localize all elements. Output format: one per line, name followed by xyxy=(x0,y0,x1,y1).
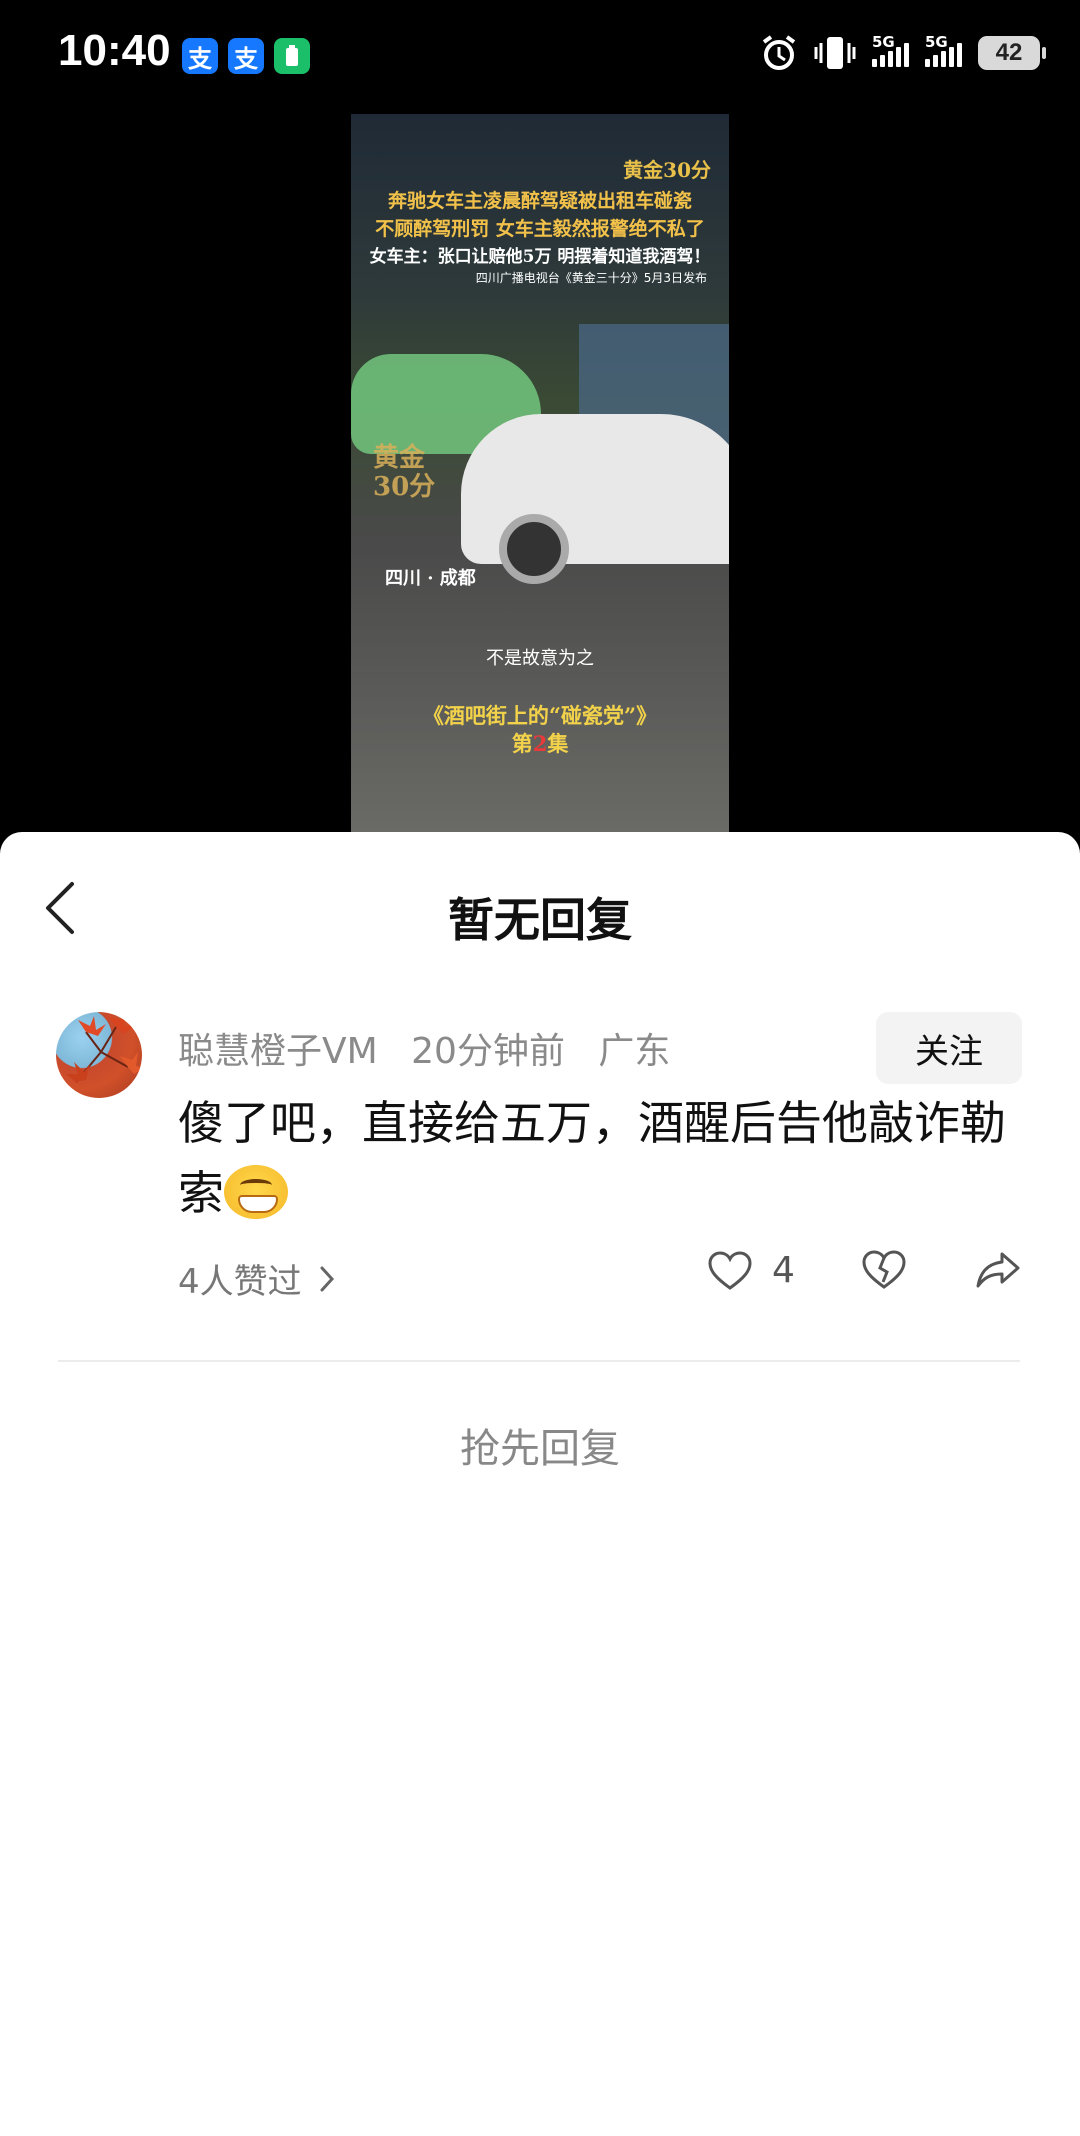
alipay-icon: 支 xyxy=(182,38,218,74)
status-indicators: 5G 5G 42 xyxy=(760,33,1046,72)
heart-icon xyxy=(708,1250,752,1290)
comment-time: 20分钟前 xyxy=(411,1031,565,1072)
follow-button[interactable]: 关注 xyxy=(876,1012,1022,1084)
video-source: 四川广播电视台《黄金三十分》5月3日发布 xyxy=(475,271,707,285)
alipay-icon: 支 xyxy=(228,38,264,74)
comment-text[interactable]: 傻了吧，直接给五万，酒醒后告他敲诈勒索 xyxy=(178,1088,1018,1228)
video-watermark: 黄金 30分 xyxy=(373,443,436,502)
battery-app-icon xyxy=(274,38,310,74)
reply-sheet: 暂无回复 聪慧橙子VM 20分钟前 广东 关注 傻了吧，直接给五万，酒醒后告他敲… xyxy=(0,832,1080,2136)
alarm-icon xyxy=(762,35,796,70)
comment-region: 广东 xyxy=(598,1031,671,1072)
comment-actions: 4 xyxy=(0,1250,1080,1310)
vibrate-icon xyxy=(814,37,856,69)
username[interactable]: 聪慧橙子VM xyxy=(178,1031,378,1072)
video-location: 四川 · 成都 xyxy=(385,568,476,589)
video-headline: 女车主：张口让赔他5万 明摆着知道我酒驾！ xyxy=(369,247,711,267)
sheet-title: 暂无回复 xyxy=(448,893,632,947)
comment-meta: 聪慧橙子VM 20分钟前 广东 xyxy=(178,1022,692,1074)
episode-title: 《酒吧街上的“碰瓷党”》 xyxy=(422,703,658,728)
reply-first-button[interactable]: 抢先回复 xyxy=(0,1416,1080,1474)
like-button[interactable]: 4 xyxy=(708,1250,795,1291)
video-brand: 黄金30分 xyxy=(623,158,711,182)
grin-emoji-icon xyxy=(224,1165,288,1219)
like-count: 4 xyxy=(772,1250,795,1291)
battery-icon: 42 xyxy=(978,36,1046,70)
video-headline: 不顾醉驾刑罚 女车主毅然报警绝不私了 xyxy=(375,218,705,240)
share-icon xyxy=(976,1252,1020,1288)
signal-icon: 5G xyxy=(872,33,909,67)
status-time: 10:40 xyxy=(58,26,171,75)
video-headline: 奔驰女车主凌晨醉驾疑被出租车碰瓷 xyxy=(387,190,692,212)
episode-number: 第2集 xyxy=(511,731,569,756)
avatar[interactable] xyxy=(56,1012,142,1098)
video-player[interactable]: 黄金30分 奔驰女车主凌晨醉驾疑被出租车碰瓷 不顾醉驾刑罚 女车主毅然报警绝不私… xyxy=(351,114,729,834)
signal-icon: 5G xyxy=(925,33,962,67)
status-bar: 10:40 支 支 5G 5G 42 xyxy=(0,0,1080,112)
video-subtitle: 不是故意为之 xyxy=(486,648,594,669)
divider xyxy=(58,1360,1020,1362)
share-button[interactable] xyxy=(976,1250,1020,1290)
broken-heart-icon xyxy=(862,1250,906,1289)
dislike-button[interactable] xyxy=(862,1250,906,1290)
